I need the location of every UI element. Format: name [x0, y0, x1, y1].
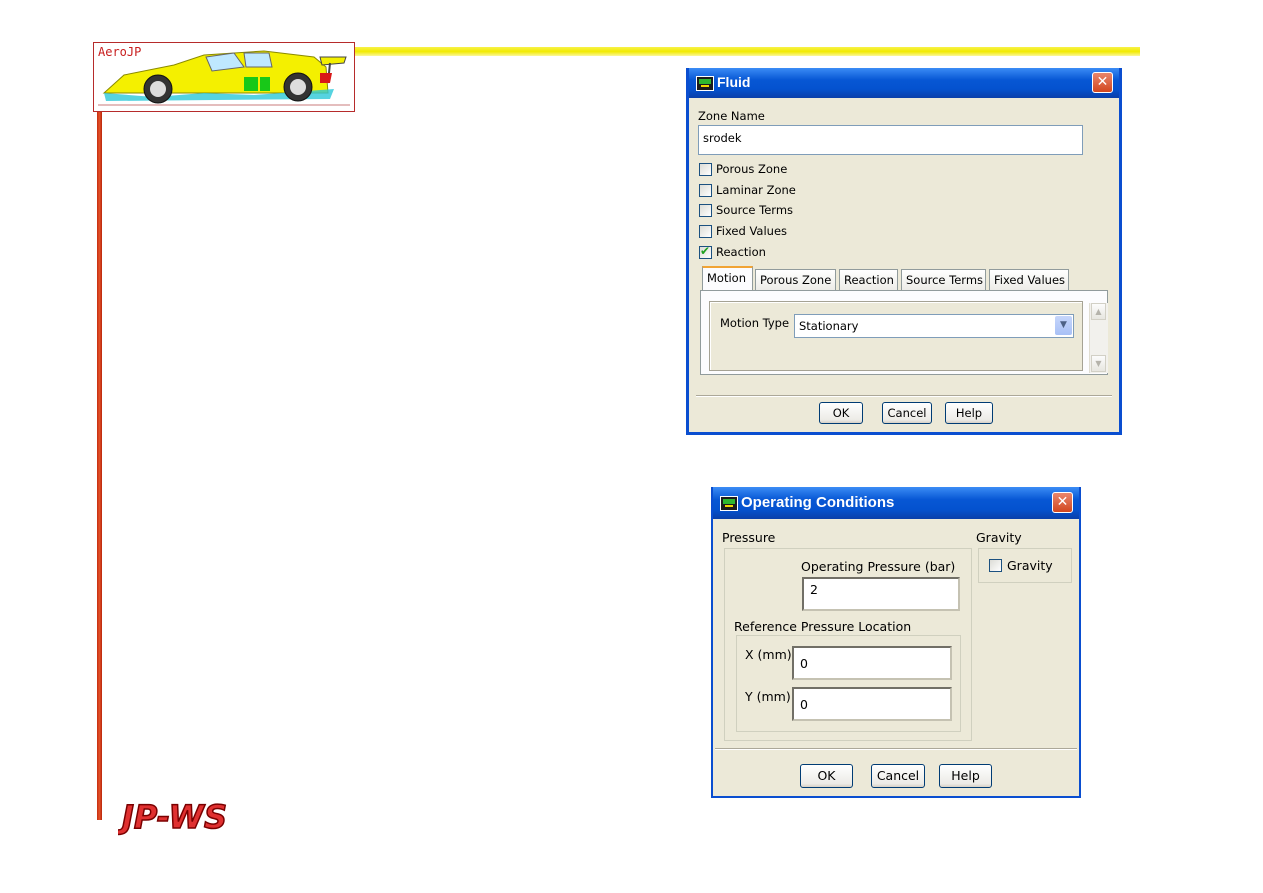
- ok-button[interactable]: OK: [800, 764, 853, 788]
- porous-zone-label: Porous Zone: [716, 162, 788, 176]
- zone-options: Porous Zone Laminar Zone Source Terms Fi…: [699, 162, 999, 262]
- motion-type-value: Stationary: [799, 319, 859, 333]
- reaction-label: Reaction: [716, 245, 766, 259]
- x-mm-label: X (mm): [745, 647, 792, 662]
- reference-location-group: X (mm) 0 Y (mm) 0: [736, 635, 961, 732]
- source-terms-checkbox[interactable]: [699, 204, 712, 217]
- laminar-zone-checkbox[interactable]: [699, 184, 712, 197]
- operating-close-button[interactable]: ✕: [1052, 492, 1073, 513]
- gravity-group-label: Gravity: [976, 530, 1022, 545]
- tab-panel: Motion Type Stationary ▼ ▲ ▼: [700, 290, 1108, 375]
- gravity-group: Gravity: [978, 548, 1072, 583]
- x-mm-input[interactable]: 0: [792, 646, 952, 680]
- tab-fixed-values[interactable]: Fixed Values: [989, 269, 1069, 291]
- y-mm-label: Y (mm): [745, 689, 791, 704]
- zone-name-input[interactable]: srodek: [698, 125, 1083, 155]
- jp-ws-logo: JP-WS: [118, 797, 228, 837]
- jp-ws-logo-text: JP-WS: [118, 798, 227, 836]
- operating-pressure-label: Operating Pressure (bar): [801, 559, 956, 574]
- porous-zone-checkbox[interactable]: [699, 163, 712, 176]
- help-button[interactable]: Help: [945, 402, 993, 424]
- ok-button[interactable]: OK: [819, 402, 863, 424]
- operating-titlebar[interactable]: Operating Conditions ✕: [713, 487, 1079, 519]
- operating-divider: [715, 748, 1077, 750]
- y-mm-input[interactable]: 0: [792, 687, 952, 721]
- reaction-checkbox[interactable]: ✔: [699, 244, 712, 259]
- scroll-up-arrow-icon[interactable]: ▲: [1091, 303, 1106, 320]
- fluid-dialog: Fluid ✕ Zone Name srodek Porous Zone Lam…: [686, 68, 1122, 435]
- fluent-app-icon: [696, 76, 714, 91]
- motion-type-select[interactable]: Stationary ▼: [794, 314, 1074, 338]
- left-red-bar: [97, 112, 102, 820]
- gravity-checkbox-label[interactable]: Gravity: [1007, 558, 1053, 573]
- header-yellow-line: [355, 47, 1140, 56]
- reference-location-label: Reference Pressure Location: [734, 619, 912, 634]
- tab-porous-zone[interactable]: Porous Zone: [755, 269, 836, 291]
- panel-scrollbar[interactable]: ▲ ▼: [1089, 303, 1108, 373]
- operating-title: Operating Conditions: [741, 494, 895, 511]
- fluid-tabs: Motion Porous Zone Reaction Source Terms…: [702, 266, 1102, 291]
- chevron-down-icon[interactable]: ▼: [1055, 316, 1072, 335]
- fixed-values-label: Fixed Values: [716, 224, 788, 238]
- tab-source-terms[interactable]: Source Terms: [901, 269, 986, 291]
- motion-panel: Motion Type Stationary ▼: [709, 301, 1083, 371]
- source-terms-label: Source Terms: [716, 203, 794, 217]
- fluid-close-button[interactable]: ✕: [1092, 72, 1113, 93]
- zone-name-label: Zone Name: [698, 109, 765, 123]
- logo-text: AeroJP: [98, 45, 142, 59]
- fluid-titlebar[interactable]: Fluid ✕: [689, 68, 1119, 98]
- operating-conditions-dialog: Operating Conditions ✕ Pressure Operatin…: [711, 487, 1081, 798]
- pressure-label: Pressure: [722, 530, 776, 545]
- pressure-group: Operating Pressure (bar) 2 Reference Pre…: [724, 548, 972, 741]
- checkmark-icon: ✔: [700, 244, 711, 258]
- fluid-divider: [696, 395, 1112, 397]
- aerojp-logo: AeroJP: [93, 42, 355, 112]
- fixed-values-checkbox[interactable]: [699, 225, 712, 238]
- fluent-app-icon: [720, 496, 738, 511]
- cancel-button[interactable]: Cancel: [882, 402, 932, 424]
- scroll-down-arrow-icon[interactable]: ▼: [1091, 355, 1106, 372]
- tab-reaction[interactable]: Reaction: [839, 269, 898, 291]
- tab-motion[interactable]: Motion: [702, 266, 753, 291]
- help-button[interactable]: Help: [939, 764, 992, 788]
- gravity-checkbox[interactable]: [989, 559, 1002, 572]
- operating-pressure-input[interactable]: 2: [802, 577, 960, 611]
- motion-type-label: Motion Type: [720, 316, 790, 330]
- fluid-title: Fluid: [717, 74, 751, 90]
- laminar-zone-label: Laminar Zone: [716, 183, 796, 197]
- cancel-button[interactable]: Cancel: [871, 764, 925, 788]
